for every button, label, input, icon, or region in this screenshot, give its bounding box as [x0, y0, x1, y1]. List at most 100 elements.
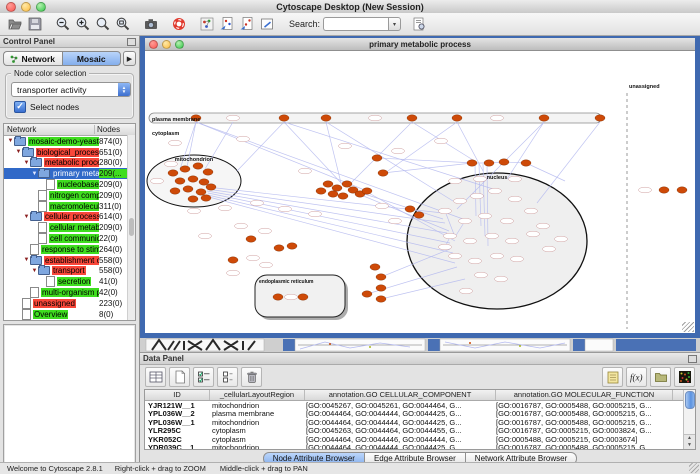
function-builder-icon[interactable]: f(x)	[626, 367, 647, 387]
delete-attribute-icon[interactable]	[241, 367, 262, 387]
annotations-icon[interactable]	[257, 15, 277, 34]
table-row[interactable]: YLR295Ccytoplasm[GO:0045263, GO:0044464,…	[145, 427, 695, 436]
import-attributes-icon[interactable]	[650, 367, 671, 387]
tree-item-cellular-metabo[interactable]: ▼cellular metabo209(0)	[4, 222, 135, 233]
tree-column-network[interactable]: Network	[4, 125, 95, 134]
expand-arrow-icon[interactable]: ▼	[31, 268, 38, 274]
tree-item-transport[interactable]: ▼transport558(0)	[4, 266, 135, 277]
notes-icon[interactable]	[602, 367, 623, 387]
expand-arrow-icon[interactable]: ▼	[7, 138, 14, 144]
node	[376, 274, 386, 280]
node	[169, 140, 182, 146]
zoom-fit-icon[interactable]	[93, 15, 113, 34]
expand-arrow-icon[interactable]: ▼	[31, 171, 38, 177]
node	[543, 246, 556, 252]
search-input[interactable]	[323, 17, 388, 31]
node	[370, 264, 380, 270]
node	[183, 186, 193, 192]
expand-arrow-icon[interactable]: ▼	[15, 149, 22, 155]
frame-resize-grip[interactable]	[682, 322, 694, 332]
network-graph: plasma membranecytoplasmmitochondrionnuc…	[145, 51, 695, 333]
tab-mosaic[interactable]: Mosaic	[62, 51, 122, 66]
tree-item-macromolecule[interactable]: ▼macromolecule311(0)	[4, 201, 135, 212]
tab-network[interactable]: Network	[3, 51, 62, 66]
node	[459, 218, 472, 224]
data-panel-float-icon[interactable]	[688, 355, 697, 363]
float-panel-icon[interactable]	[127, 38, 136, 46]
select-nodes-row: ✓ Select nodes	[14, 101, 128, 113]
table-row[interactable]: YDR039C__1mitochondrion[GO:0044464, GO:0…	[145, 444, 695, 451]
tree-item-primary-metabo[interactable]: ▼primary metabo209(...	[4, 168, 135, 179]
tree-item-unassigned[interactable]: ▼unassigned223(0)	[4, 298, 135, 309]
folder-icon	[30, 158, 42, 167]
node	[362, 188, 372, 194]
file-icon	[22, 309, 31, 320]
column-header[interactable]: annotation.GO MOLECULAR_FUNCTION	[496, 390, 673, 400]
cytoplasm-label: cytoplasm	[152, 131, 179, 137]
table-row[interactable]: YPL036W__2plasma membrane[GO:0044464, GO…	[145, 410, 695, 419]
create-attribute-icon[interactable]	[169, 367, 190, 387]
help-lifering-icon[interactable]	[169, 15, 189, 34]
table-vertical-scrollbar[interactable]: ▲▼	[683, 390, 695, 449]
zoom-out-icon[interactable]	[53, 15, 73, 34]
network-frame-titlebar[interactable]: primary metabolic process	[145, 38, 695, 51]
open-session-icon[interactable]	[5, 15, 25, 34]
table-row[interactable]: YPL036W__1mitochondrion[GO:0044464, GO:0…	[145, 418, 695, 427]
node	[539, 115, 549, 121]
tree-item-cell-communicat[interactable]: ▼cell communicat22(0)	[4, 233, 135, 244]
edge	[507, 122, 544, 179]
vizmapper-icon[interactable]	[197, 15, 217, 34]
node	[484, 160, 494, 166]
snapshot-camera-icon[interactable]	[141, 15, 161, 34]
select-attributes-icon[interactable]	[193, 367, 214, 387]
import-network-icon[interactable]	[217, 15, 237, 34]
tree-item-biological-process[interactable]: ▼biological_process651(0)	[4, 147, 135, 158]
scrollbar-arrows[interactable]: ▲▼	[684, 434, 695, 449]
expand-arrow-icon[interactable]: ▼	[23, 160, 30, 166]
column-header[interactable]: ID	[145, 390, 210, 400]
column-header[interactable]: _cellularLayoutRegion	[210, 390, 305, 400]
tree-item-mosaic-demo-yeast[interactable]: ▼mosaic-demo-yeast874(0)	[4, 136, 135, 147]
tree-column-nodes[interactable]: Nodes	[95, 125, 135, 134]
tree-item-nucleobase-[interactable]: ▼nucleobase-209(0)	[4, 179, 135, 190]
tree-item-nitrogen-compo[interactable]: ▼nitrogen compo209(0)	[4, 190, 135, 201]
tree-item-establishment-of-lo[interactable]: ▼establishment of lo558(0)	[4, 255, 135, 266]
search-label: Search:	[289, 19, 320, 29]
column-header[interactable]: annotation.GO CELLULAR_COMPONENT	[305, 390, 496, 400]
select-nodes-checkbox[interactable]: ✓	[14, 101, 26, 113]
zoom-in-icon[interactable]	[73, 15, 93, 34]
unselect-attributes-icon[interactable]	[217, 367, 238, 387]
tree-item-secretion[interactable]: ▼secretion41(0)	[4, 276, 135, 287]
node	[407, 115, 417, 121]
tree-scrollbar[interactable]	[127, 135, 135, 320]
table-row[interactable]: YJR121W__1mitochondrion[GO:0045267, GO:0…	[145, 401, 695, 410]
table-row[interactable]: YKR052Ccytoplasm[GO:0044464, GO:0044446,…	[145, 435, 695, 444]
network-canvas[interactable]: plasma membranecytoplasmmitochondrionnuc…	[145, 51, 695, 333]
scrollbar-thumb[interactable]	[685, 391, 695, 409]
tree-item-multi-organism-pro[interactable]: ▼multi-organism pro42(0)	[4, 287, 135, 298]
tab-overflow-arrow[interactable]: ▶	[123, 51, 136, 66]
network-tree: Network Nodes ▼mosaic-demo-yeast874(0)▼b…	[3, 123, 136, 321]
search-dropdown-arrow[interactable]: ▾	[388, 17, 401, 31]
tree-item-response-to-stimulu[interactable]: ▼response to stimulu264(0)	[4, 244, 135, 255]
node	[180, 166, 190, 172]
search-config-icon[interactable]	[409, 15, 429, 34]
window-resize-grip[interactable]	[689, 463, 699, 473]
attribute-table-icon[interactable]	[145, 367, 166, 387]
expand-arrow-icon[interactable]: ▼	[23, 257, 30, 263]
node	[509, 196, 522, 202]
tree-item-metabolic-process[interactable]: ▼metabolic process280(0)	[4, 158, 135, 169]
import-table-icon[interactable]	[237, 15, 257, 34]
attribute-matrix-icon[interactable]	[674, 367, 695, 387]
node-color-dropdown[interactable]: transporter activity ▲▼	[11, 82, 131, 97]
save-session-icon[interactable]	[25, 15, 45, 34]
node	[228, 257, 238, 263]
birds-eye-view-panel[interactable]	[3, 324, 136, 474]
file-icon	[38, 190, 47, 201]
tree-item-cellular-process[interactable]: ▼cellular process614(0)	[4, 212, 135, 223]
zoom-selected-icon[interactable]	[113, 15, 133, 34]
tree-item-overview[interactable]: ▼Overview8(0)	[4, 309, 135, 320]
tab-mosaic-label: Mosaic	[77, 54, 106, 64]
expand-arrow-icon[interactable]: ▼	[23, 214, 30, 220]
node	[175, 178, 185, 184]
